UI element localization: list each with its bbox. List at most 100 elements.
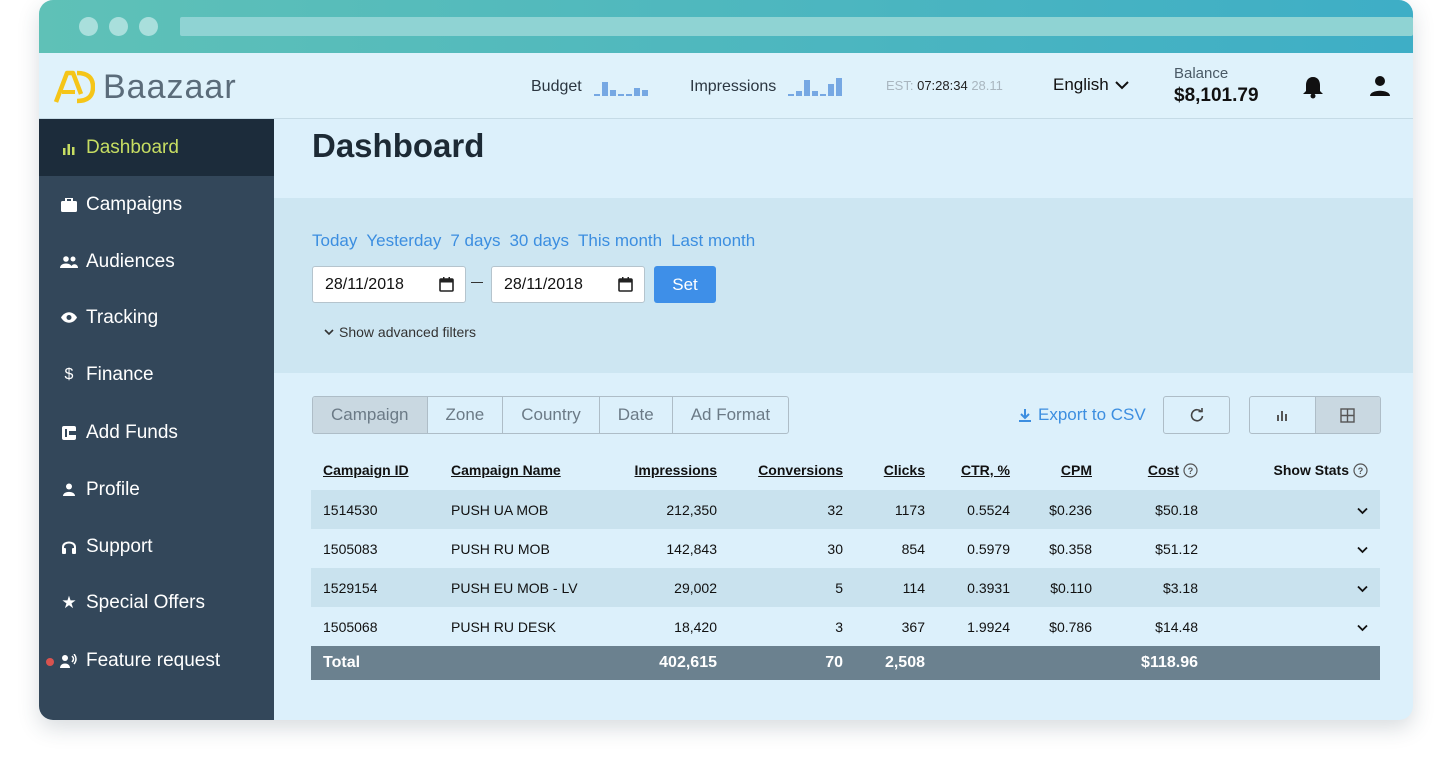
group-by-tabs: Campaign Zone Country Date Ad Format xyxy=(312,396,790,434)
col-conversions[interactable]: Conversions xyxy=(729,450,855,490)
sidebar-item-add-funds[interactable]: Add Funds xyxy=(39,404,274,461)
col-clicks[interactable]: Clicks xyxy=(855,450,937,490)
cell-cost: $50.18 xyxy=(1104,490,1210,529)
date-from-input[interactable]: 28/11/2018 xyxy=(312,266,466,303)
sidebar-item-profile[interactable]: Profile xyxy=(39,461,274,518)
cell-impressions: 142,843 xyxy=(666,540,717,557)
address-bar[interactable] xyxy=(180,17,1413,36)
set-button[interactable]: Set xyxy=(654,266,716,303)
tab-date[interactable]: Date xyxy=(600,397,673,433)
col-campaign-id[interactable]: Campaign ID xyxy=(311,450,439,490)
table-total-row: Total 402,615 70 2,508 $118.96 xyxy=(311,646,1380,680)
bell-icon[interactable] xyxy=(1302,75,1324,99)
sidebar-item-label: Finance xyxy=(86,363,154,385)
cell-cpm: $0.358 xyxy=(1049,540,1092,557)
sidebar-item-audiences[interactable]: Audiences xyxy=(39,233,274,290)
col-cost[interactable]: Cost? xyxy=(1104,450,1210,490)
table-row[interactable]: 1505083 PUSH RU MOB 142,843 30 854 0.597… xyxy=(311,529,1380,568)
table-row[interactable]: 1514530 PUSH UA MOB 212,350 32 1173 0.55… xyxy=(311,490,1380,529)
bar-chart-icon xyxy=(59,138,79,158)
cell-cpm: $0.786 xyxy=(1049,618,1092,635)
cell-ctr: 0.3931 xyxy=(937,568,1022,607)
col-campaign-name[interactable]: Campaign Name xyxy=(439,450,609,490)
col-impressions[interactable]: Impressions xyxy=(609,450,729,490)
cell-conversions: 5 xyxy=(729,568,855,607)
notification-dot xyxy=(46,658,54,666)
refresh-icon xyxy=(1190,408,1203,422)
window-dot-close[interactable] xyxy=(79,17,98,36)
sidebar-item-tracking[interactable]: Tracking xyxy=(39,289,274,346)
sidebar-item-campaigns[interactable]: Campaigns xyxy=(39,176,274,233)
sidebar-item-dashboard[interactable]: Dashboard xyxy=(39,119,274,176)
calendar-icon[interactable] xyxy=(618,277,633,292)
campaign-stats-table: Campaign ID Campaign Name Impressions Co… xyxy=(311,450,1380,680)
help-icon[interactable]: ? xyxy=(1353,463,1368,478)
export-csv-button[interactable]: Export to CSV xyxy=(1018,405,1146,425)
tab-country[interactable]: Country xyxy=(503,397,600,433)
range-this-month[interactable]: This month xyxy=(578,231,662,251)
table-view-button[interactable] xyxy=(1314,397,1380,433)
cell-campaign-name: PUSH RU MOB xyxy=(451,540,550,557)
chevron-down-icon xyxy=(1357,624,1368,631)
cell-cost: $3.18 xyxy=(1104,568,1210,607)
col-ctr[interactable]: CTR, % xyxy=(937,450,1022,490)
user-icon[interactable] xyxy=(1369,75,1391,97)
sidebar-item-support[interactable]: Support xyxy=(39,518,274,575)
total-empty-cell xyxy=(1210,646,1380,680)
clock-time: 07:28:34 xyxy=(917,78,968,93)
tab-campaign[interactable]: Campaign xyxy=(313,397,428,433)
browser-window: Baazaar Budget Impressions EST: 07:28:34… xyxy=(39,0,1413,720)
language-selector[interactable]: English xyxy=(1053,75,1129,95)
logo-text: Baazaar xyxy=(103,68,237,106)
col-show-stats-label: Show Stats xyxy=(1273,461,1349,478)
col-cpm[interactable]: CPM xyxy=(1022,450,1104,490)
window-dot-minimize[interactable] xyxy=(109,17,128,36)
svg-text:?: ? xyxy=(1188,466,1194,476)
table-row[interactable]: 1505068 PUSH RU DESK 18,420 3 367 1.9924… xyxy=(311,607,1380,646)
budget-sparkline-icon xyxy=(593,78,650,96)
range-last-month[interactable]: Last month xyxy=(671,231,755,251)
range-7-days[interactable]: 7 days xyxy=(450,231,500,251)
cell-cost: $51.12 xyxy=(1155,540,1198,557)
cell-conversions: 32 xyxy=(729,490,855,529)
tab-zone[interactable]: Zone xyxy=(428,397,504,433)
impressions-metric[interactable]: Impressions xyxy=(690,78,844,96)
advanced-filters-label: Show advanced filters xyxy=(339,324,476,340)
people-icon xyxy=(59,252,79,272)
tab-ad-format[interactable]: Ad Format xyxy=(673,397,788,433)
help-icon[interactable]: ? xyxy=(1183,463,1198,478)
cell-cpm: $0.236 xyxy=(1022,490,1104,529)
export-label: Export to CSV xyxy=(1038,405,1146,424)
logo[interactable]: Baazaar xyxy=(53,70,237,104)
expand-row-button[interactable] xyxy=(1210,529,1380,568)
window-dot-maximize[interactable] xyxy=(139,17,158,36)
expand-row-button[interactable] xyxy=(1210,490,1380,529)
chevron-down-icon xyxy=(1115,81,1129,90)
refresh-button[interactable] xyxy=(1163,396,1230,434)
sidebar-item-label: Campaigns xyxy=(86,193,183,215)
cell-impressions: 29,002 xyxy=(609,568,729,607)
cell-ctr: 0.5524 xyxy=(937,490,1022,529)
range-30-days[interactable]: 30 days xyxy=(509,231,569,251)
headset-icon xyxy=(59,537,79,557)
range-today[interactable]: Today xyxy=(312,231,357,251)
col-show-stats: Show Stats? xyxy=(1210,450,1380,490)
cell-clicks: 114 xyxy=(855,568,937,607)
chart-view-button[interactable] xyxy=(1250,397,1315,433)
sidebar-item-feature-request[interactable]: Feature request xyxy=(39,632,274,689)
date-to-input[interactable]: 28/11/2018 xyxy=(491,266,645,303)
cell-impressions: 18,420 xyxy=(674,618,717,635)
sidebar-item-finance[interactable]: $ Finance xyxy=(39,346,274,403)
cell-campaign-name: PUSH UA MOB xyxy=(439,490,609,529)
balance-value: $8,101.79 xyxy=(1174,85,1259,106)
sidebar-item-special-offers[interactable]: ★ Special Offers xyxy=(39,574,274,631)
table-row[interactable]: 1529154 PUSH EU MOB - LV 29,002 5 114 0.… xyxy=(311,568,1380,607)
expand-row-button[interactable] xyxy=(1210,568,1380,607)
calendar-icon[interactable] xyxy=(439,277,454,292)
range-yesterday[interactable]: Yesterday xyxy=(366,231,441,251)
budget-metric[interactable]: Budget xyxy=(531,78,650,96)
show-advanced-filters[interactable]: Show advanced filters xyxy=(324,324,476,340)
expand-row-button[interactable] xyxy=(1210,607,1380,646)
cell-clicks: 854 xyxy=(901,540,925,557)
speaker-person-icon xyxy=(59,651,79,671)
